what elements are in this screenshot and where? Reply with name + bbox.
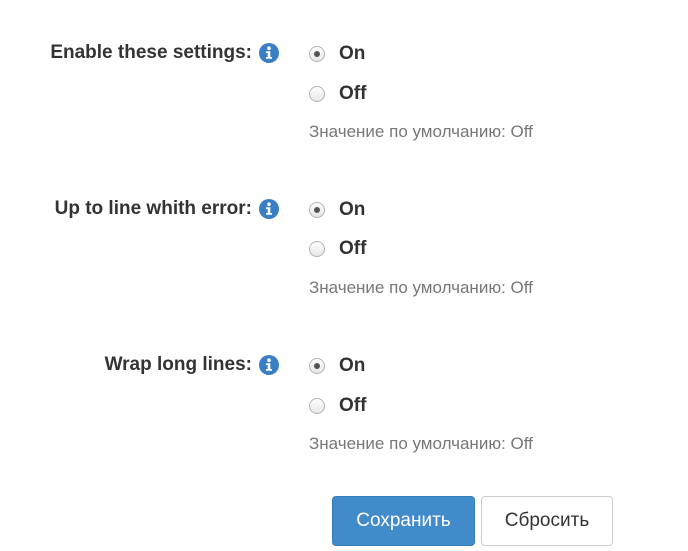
info-icon[interactable] (259, 355, 279, 375)
setting-enable-these-settings: Enable these settings: On Off Значение п… (0, 41, 688, 171)
radio-button-checked[interactable] (309, 46, 325, 62)
radio-option-on[interactable]: On (309, 42, 365, 66)
radio-option-off[interactable]: Off (309, 82, 366, 106)
reset-button[interactable]: Сбросить (481, 496, 613, 546)
radio-label: On (339, 43, 366, 64)
radio-option-off[interactable]: Off (309, 394, 366, 418)
radio-option-on[interactable]: On (309, 198, 365, 222)
default-value-text: Значение по умолчанию: Off (309, 122, 533, 141)
radio-button-checked[interactable] (309, 358, 325, 374)
default-value-text: Значение по умолчанию: Off (309, 278, 533, 297)
radio-label: Off (339, 238, 367, 259)
radio-button-checked[interactable] (309, 202, 325, 218)
radio-option-off[interactable]: Off (309, 237, 366, 261)
radio-label: Off (339, 83, 367, 104)
setting-label: Wrap long lines: (104, 354, 252, 375)
radio-label: On (339, 199, 366, 220)
radio-button[interactable] (309, 241, 325, 257)
setting-wrap-long-lines: Wrap long lines: On Off Значение по умол… (0, 353, 688, 483)
setting-up-to-line-with-error: Up to line whith error: On Off Значение … (0, 197, 688, 327)
radio-label: On (339, 355, 366, 376)
radio-label: Off (339, 395, 367, 416)
info-icon[interactable] (259, 199, 279, 219)
setting-label: Enable these settings: (50, 42, 252, 63)
radio-button[interactable] (309, 86, 325, 102)
default-value-text: Значение по умолчанию: Off (309, 434, 533, 453)
radio-option-on[interactable]: On (309, 354, 365, 378)
save-button[interactable]: Сохранить (332, 496, 475, 546)
setting-label: Up to line whith error: (54, 198, 252, 219)
radio-button[interactable] (309, 398, 325, 414)
info-icon[interactable] (259, 43, 279, 63)
